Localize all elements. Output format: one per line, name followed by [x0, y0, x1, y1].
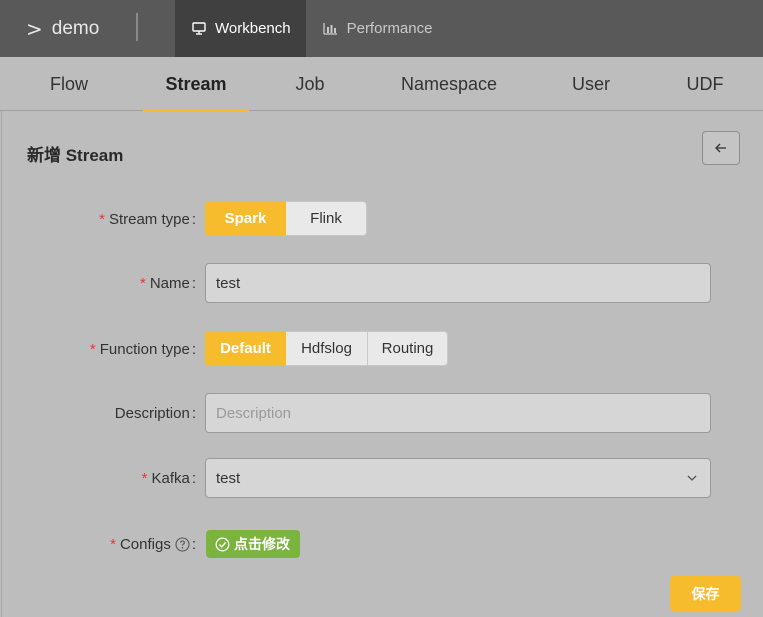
- function-type-label-text: Function type: [99, 340, 190, 358]
- stream-type-radio-group: Spark Flink: [205, 201, 367, 236]
- tab-stream[interactable]: Stream: [143, 57, 249, 112]
- required-mark: *: [99, 210, 105, 228]
- configs-label: * Configs :: [110, 524, 196, 564]
- nav-performance[interactable]: Performance: [306, 0, 448, 57]
- bar-chart-icon: [322, 23, 337, 35]
- label-colon: :: [191, 404, 196, 422]
- nav-performance-label: Performance: [346, 20, 433, 37]
- desktop-icon: [192, 22, 206, 35]
- nav-workbench[interactable]: Workbench: [175, 0, 306, 57]
- label-colon: :: [191, 469, 196, 487]
- kafka-label: * Kafka :: [142, 458, 196, 498]
- name-row: * Name :: [2, 263, 763, 303]
- save-button[interactable]: 保存: [670, 576, 741, 611]
- tab-udf[interactable]: UDF: [672, 57, 738, 111]
- label-colon: :: [191, 535, 196, 553]
- name-input[interactable]: [205, 263, 711, 303]
- description-label-text: Description: [114, 404, 190, 422]
- sub-tabs: Flow Stream Job Namespace User UDF: [0, 57, 763, 112]
- required-mark: *: [141, 469, 148, 487]
- function-type-row: * Function type : Default Hdfslog Routin…: [2, 329, 763, 369]
- name-label-text: Name: [149, 274, 190, 292]
- description-label: Description :: [115, 393, 196, 433]
- function-type-hdfslog[interactable]: Hdfslog: [286, 331, 368, 366]
- top-bar: > demo Workbench Performance: [0, 0, 763, 57]
- label-colon: :: [191, 340, 196, 358]
- page-title: 新增 Stream: [27, 146, 124, 165]
- description-row: Description :: [2, 393, 763, 433]
- label-colon: :: [191, 274, 196, 292]
- required-mark: *: [89, 340, 96, 358]
- tab-flow[interactable]: Flow: [36, 57, 102, 111]
- required-mark: *: [110, 535, 116, 553]
- configs-row: * Configs : 点击修改: [2, 524, 763, 564]
- name-label: * Name :: [140, 263, 196, 303]
- chevron-down-icon: [687, 475, 697, 481]
- nav-workbench-label: Workbench: [215, 20, 291, 37]
- tab-namespace[interactable]: Namespace: [388, 57, 510, 111]
- stream-type-label-text: Stream type: [108, 210, 190, 228]
- function-type-label: * Function type :: [90, 329, 196, 369]
- description-input[interactable]: [205, 393, 711, 433]
- kafka-row: * Kafka : test: [2, 458, 763, 498]
- tab-job[interactable]: Job: [280, 57, 340, 111]
- tab-user[interactable]: User: [556, 57, 626, 111]
- content-panel: 新增 Stream * Stream type : Spark Flink * …: [1, 111, 763, 617]
- question-circle-icon[interactable]: [175, 536, 190, 552]
- function-type-default[interactable]: Default: [205, 331, 286, 366]
- check-circle-icon: [215, 537, 230, 551]
- stream-type-spark[interactable]: Spark: [205, 201, 286, 236]
- kafka-select-value: test: [216, 469, 241, 487]
- configs-label-text: Configs: [119, 535, 171, 553]
- stream-type-flink[interactable]: Flink: [286, 201, 367, 236]
- label-colon: :: [191, 210, 196, 228]
- edit-configs-label: 点击修改: [234, 536, 290, 552]
- brand[interactable]: > demo: [0, 0, 175, 57]
- chevron-right-icon: >: [26, 16, 43, 41]
- brand-name: demo: [51, 17, 100, 39]
- kafka-label-text: Kafka: [151, 469, 190, 487]
- stream-type-label: * Stream type :: [99, 199, 196, 239]
- brand-divider: [136, 13, 138, 41]
- stream-type-row: * Stream type : Spark Flink: [2, 199, 763, 239]
- edit-configs-button[interactable]: 点击修改: [206, 530, 300, 558]
- arrow-left-icon: [715, 143, 726, 153]
- kafka-select[interactable]: test: [205, 458, 711, 498]
- function-type-routing[interactable]: Routing: [368, 331, 448, 366]
- back-button[interactable]: [702, 131, 740, 165]
- function-type-radio-group: Default Hdfslog Routing: [205, 331, 448, 366]
- required-mark: *: [139, 274, 146, 292]
